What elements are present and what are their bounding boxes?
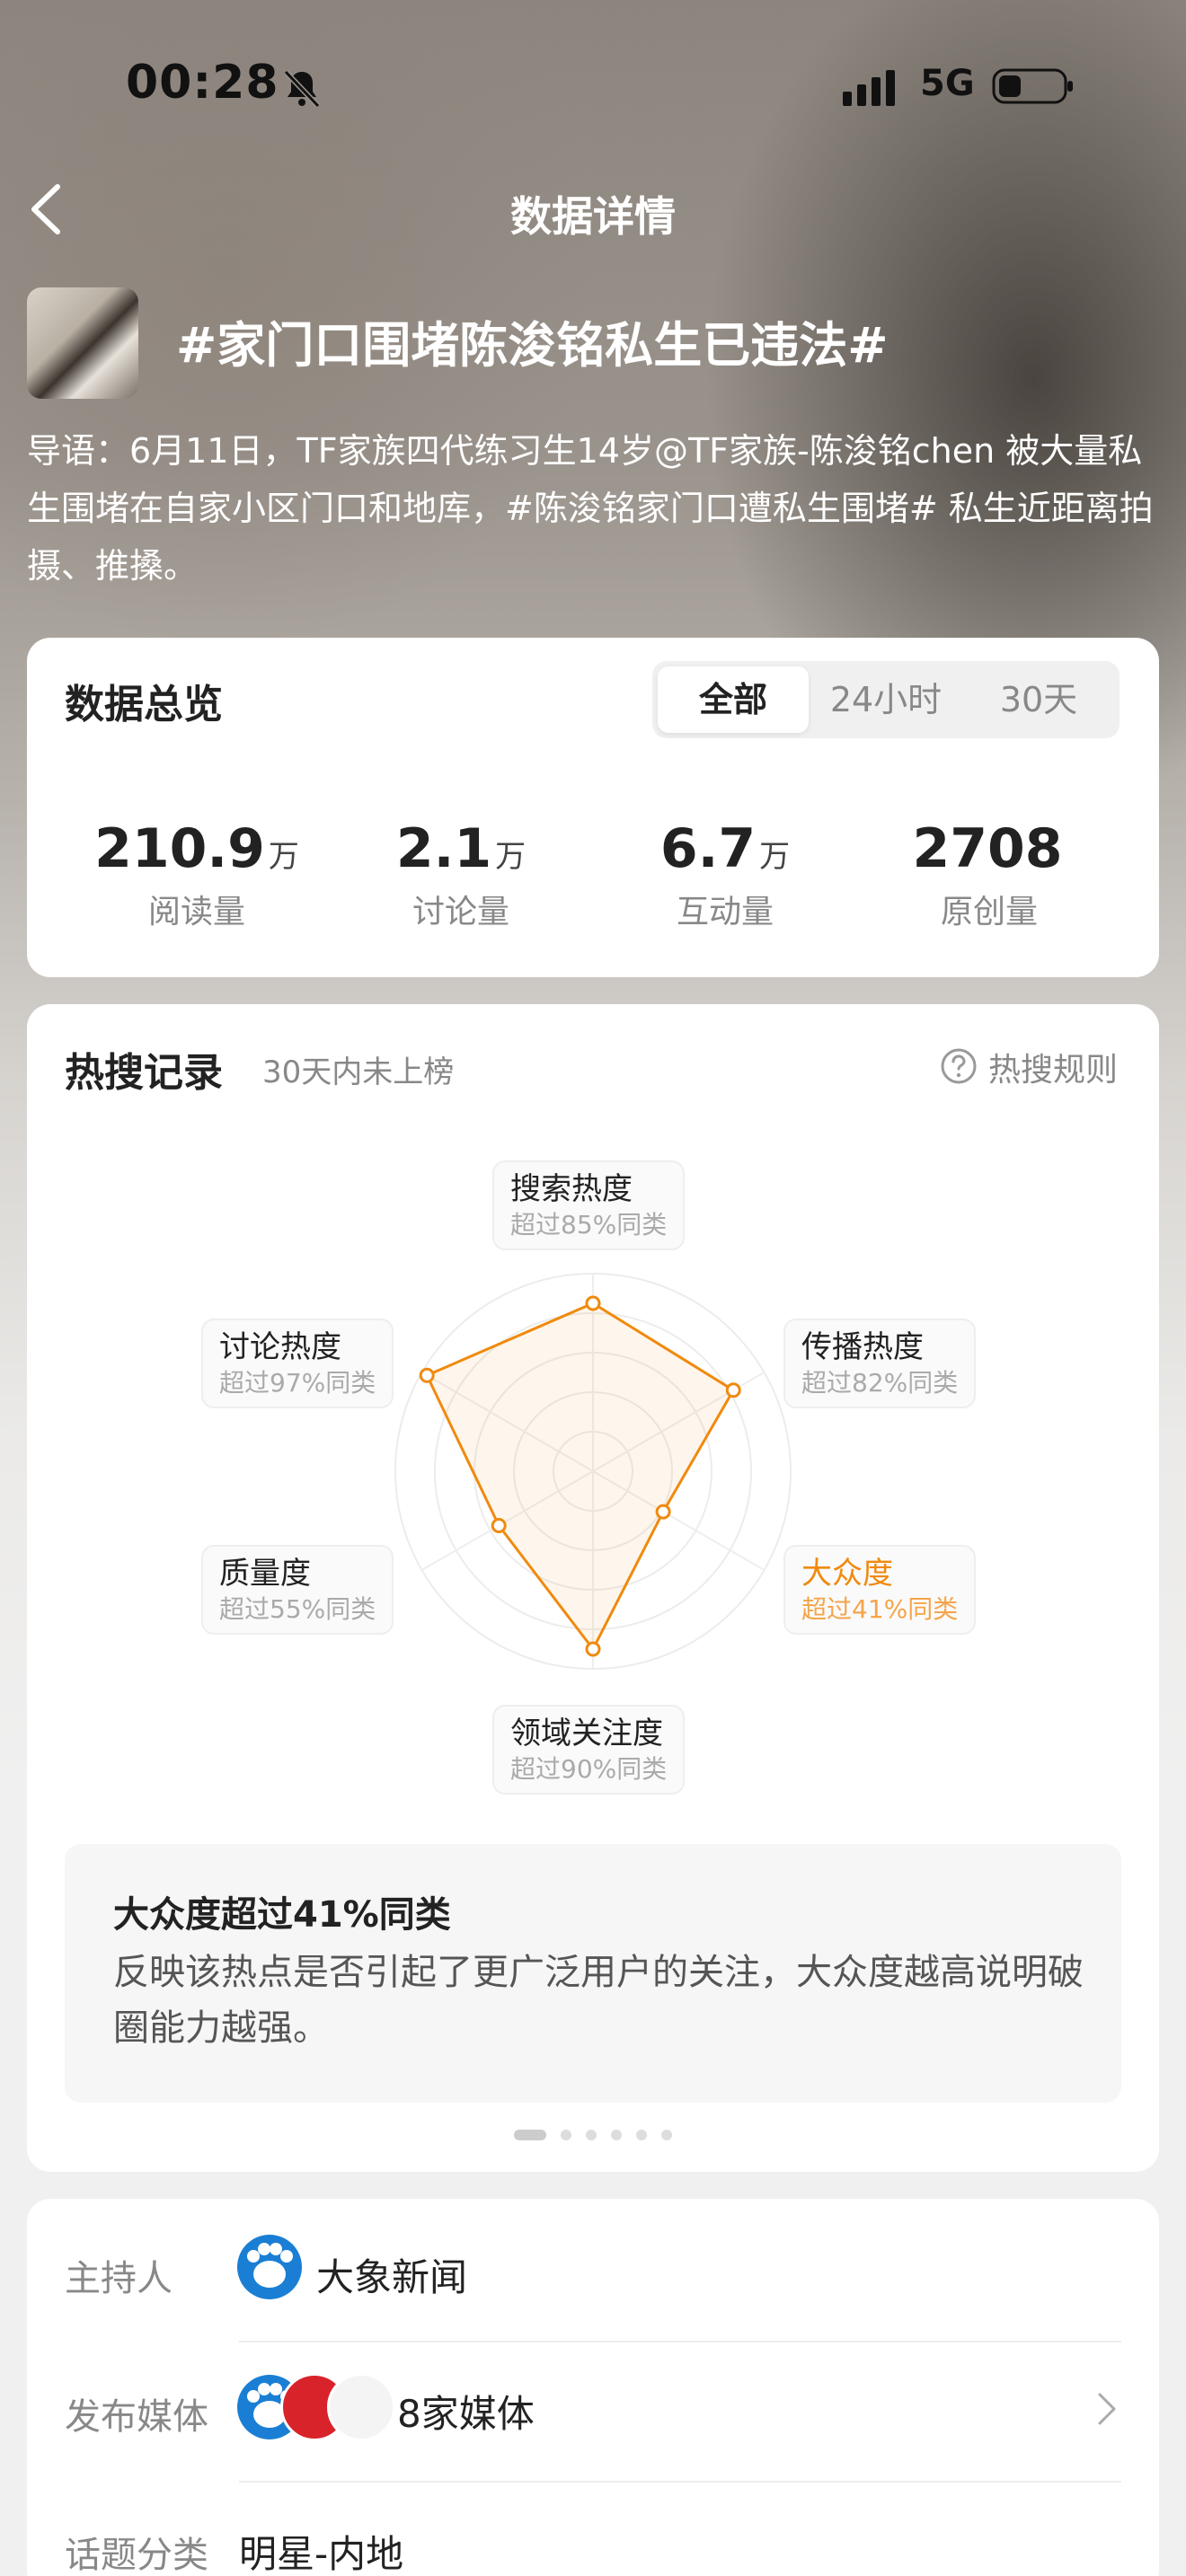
radar-point [585, 1641, 601, 1657]
tab-all[interactable]: 全部 [658, 666, 809, 733]
topic-title: #家门口围堵陈浚铭私生已违法# [176, 317, 889, 374]
stat-value: 210.9 [94, 817, 265, 880]
network-type: 5G [920, 63, 975, 104]
page-dot[interactable] [586, 2129, 597, 2140]
radar-label-quality[interactable]: 质量度 超过55%同类 [201, 1545, 394, 1635]
hot-search-card: 热搜记录 30天内未上榜 热搜规则 搜索热度 超过85%同类 传播热度 超过82… [27, 1004, 1159, 2172]
stat-reads: 210.9 万 阅读量 [65, 817, 329, 932]
stat-label: 原创量 [940, 894, 1038, 931]
tab-30d[interactable]: 30天 [963, 666, 1114, 733]
radar-label-detail: 超过41%同类 [801, 1594, 959, 1624]
battery-icon [992, 68, 1073, 104]
radar-label-name: 搜索热度 [510, 1171, 633, 1207]
page-indicator [27, 2125, 1159, 2142]
divider [239, 2341, 1121, 2342]
media-label: 发布媒体 [65, 2396, 208, 2438]
description-text: 反映该热点是否引起了更广泛用户的关注，大众度越高说明破圈能力越强。 [113, 1952, 1084, 2049]
divider [239, 2481, 1121, 2483]
radar-label-search[interactable]: 搜索热度 超过85%同类 [492, 1160, 686, 1250]
radar-point [585, 1295, 601, 1311]
stat-label: 互动量 [676, 894, 774, 931]
page-dot[interactable] [611, 2129, 622, 2140]
status-time: 00:28 [126, 56, 279, 110]
stat-value: 6.7 [659, 817, 757, 880]
radar-chart [394, 1273, 792, 1670]
time-range-tabs: 全部 24小时 30天 [652, 661, 1120, 738]
radar-label-detail: 超过82%同类 [801, 1368, 959, 1398]
description-title: 大众度超过41%同类 [113, 1894, 451, 1936]
stat-unit: 万 [268, 839, 299, 875]
radar-label-name: 质量度 [219, 1556, 311, 1592]
radar-label-detail: 超过90%同类 [510, 1754, 668, 1784]
stat-unit: 万 [759, 839, 791, 875]
stat-original: 2708 原创量 [857, 817, 1121, 932]
radar-label-discussion[interactable]: 讨论热度 超过97%同类 [201, 1319, 394, 1408]
cellular-signal-icon [843, 70, 895, 106]
radar-label-domain[interactable]: 领域关注度 超过90%同类 [492, 1705, 686, 1795]
host-logo-icon [237, 2235, 302, 2299]
category-value: 明星-内地 [239, 2532, 404, 2576]
stat-unit: 万 [495, 839, 527, 875]
overview-title: 数据总览 [65, 682, 223, 728]
stat-value: 2.1 [395, 817, 492, 880]
radar-point [655, 1504, 671, 1520]
bell-muted-icon [283, 69, 321, 109]
page-dot[interactable] [636, 2129, 647, 2140]
radar-label-spread[interactable]: 传播热度 超过82%同类 [783, 1319, 977, 1408]
radar-label-detail: 超过97%同类 [219, 1368, 376, 1398]
topic-avatar [27, 287, 138, 399]
overview-card: 数据总览 全部 24小时 30天 210.9 万 阅读量 2.1 万 讨论量 6.7… [27, 638, 1159, 977]
page-dot[interactable] [661, 2129, 672, 2140]
radar-label-name: 大众度 [801, 1556, 893, 1592]
radar-label-name: 传播热度 [801, 1329, 924, 1365]
stat-value: 2708 [912, 817, 1063, 880]
radar-label-popularity[interactable]: 大众度 超过41%同类 [783, 1545, 977, 1635]
chevron-right-icon [1098, 2393, 1116, 2425]
media-logo-icon [327, 2373, 395, 2441]
media-count: 8家媒体 [397, 2392, 535, 2436]
radar-point [419, 1367, 435, 1383]
topic-info-card: 主持人 大象新闻 发布媒体 8家媒体 话题分类 明星-内地 [27, 2199, 1159, 2576]
metric-description: 大众度超过41%同类 反映该热点是否引起了更广泛用户的关注，大众度越高说明破圈能… [65, 1844, 1121, 2103]
stat-interactions: 6.7 万 互动量 [593, 817, 857, 932]
stat-discussions: 2.1 万 讨论量 [329, 817, 593, 932]
page-dot[interactable] [561, 2129, 571, 2140]
radar-label-detail: 超过55%同类 [219, 1594, 376, 1624]
radar-point [725, 1382, 741, 1398]
host-name[interactable]: 大象新闻 [316, 2247, 467, 2302]
page-dot[interactable] [514, 2129, 546, 2140]
host-label: 主持人 [65, 2258, 173, 2299]
stat-label: 讨论量 [412, 894, 509, 931]
stat-label: 阅读量 [147, 894, 245, 931]
page-title: 数据详情 [510, 192, 676, 241]
radar-point [491, 1518, 507, 1533]
topic-intro: 导语：6月11日，TF家族四代练习生14岁@TF家族-陈浚铭chen 被大量私生… [27, 431, 1154, 586]
radar-label-name: 讨论热度 [219, 1329, 341, 1365]
radar-label-detail: 超过85%同类 [510, 1210, 668, 1239]
tab-24h[interactable]: 24小时 [810, 666, 961, 733]
media-row[interactable]: 发布媒体 8家媒体 [27, 2364, 1159, 2472]
radar-label-name: 领域关注度 [510, 1716, 663, 1751]
category-label: 话题分类 [65, 2535, 208, 2576]
